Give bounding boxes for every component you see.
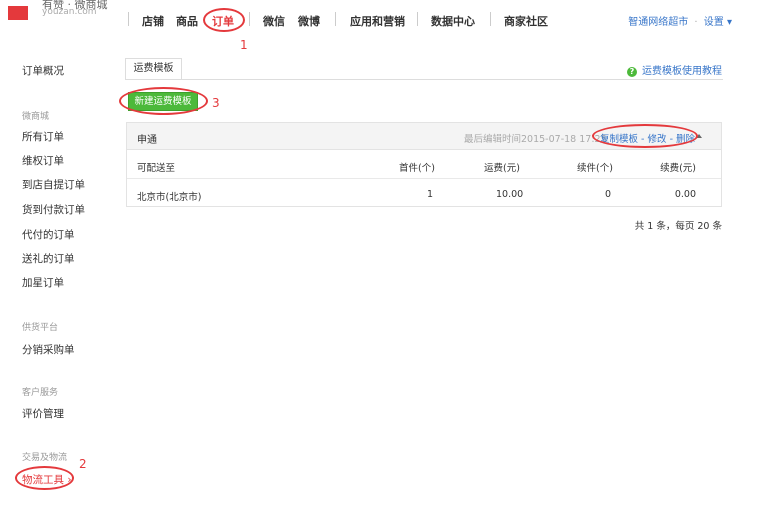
help-icon: ? (627, 67, 637, 77)
nav-divider (335, 12, 336, 26)
annotation-number-3: 3 (212, 96, 220, 110)
sidebar: 订单概况 微商城 所有订单 维权订单 到店自提订单 货到付款订单 代付的订单 送… (0, 0, 110, 517)
settings-menu[interactable]: 设置 ▾ (704, 17, 732, 28)
cell-region: 北京市(北京市) (137, 192, 202, 203)
sidebar-item-order-overview[interactable]: 订单概况 (22, 63, 64, 78)
sidebar-group-customer-service: 客户服务 (22, 388, 59, 398)
nav-item-wechat[interactable]: 微信 (263, 13, 285, 29)
cell-first-qty: 1 (427, 189, 434, 200)
annotation-ring-orders (203, 8, 245, 32)
store-name-link[interactable]: 智通网络超市 (628, 17, 688, 28)
annotation-number-2: 2 (79, 457, 87, 471)
col-header-more-qty: 续件(个) (577, 163, 613, 174)
cell-more-qty: 0 (605, 189, 612, 200)
sidebar-item-distribution-purchase[interactable]: 分销采购单 (22, 342, 75, 357)
account-links: 智通网络超市 · 设置 ▾ (628, 13, 732, 28)
nav-divider (417, 12, 418, 26)
annotation-ring-logistics (15, 466, 74, 490)
pagination-info: 共 1 条，每页 20 条 (634, 221, 722, 232)
sidebar-group-weishop: 微商城 (22, 112, 50, 122)
tab-underline (125, 79, 723, 80)
template-name: 申通 (137, 135, 157, 146)
sidebar-item-cod-orders[interactable]: 货到付款订单 (22, 202, 85, 217)
nav-item-store[interactable]: 店铺 (142, 13, 164, 29)
sidebar-item-rights-orders[interactable]: 维权订单 (22, 153, 64, 168)
nav-item-data-center[interactable]: 数据中心 (431, 13, 475, 29)
last-edit-time: 最后编辑时间2015-07-18 17:25 (464, 134, 607, 145)
nav-item-merchant-community[interactable]: 商家社区 (504, 13, 548, 29)
col-header-first-qty: 首件(个) (399, 163, 435, 174)
nav-divider (128, 12, 129, 26)
table-row: 北京市(北京市) 1 10.00 0 0.00 (127, 180, 721, 208)
col-header-region: 可配送至 (137, 163, 176, 174)
cell-more-fee: 0.00 (674, 189, 696, 200)
nav-item-weibo[interactable]: 微博 (298, 13, 320, 29)
cell-first-fee: 10.00 (496, 189, 524, 200)
sidebar-item-starred-orders[interactable]: 加星订单 (22, 275, 64, 290)
sidebar-group-logistics: 交易及物流 (22, 453, 68, 463)
tab-shipping-template[interactable]: 运费模板 (125, 58, 182, 80)
separator-dot: · (694, 17, 698, 28)
nav-item-apps-marketing[interactable]: 应用和营销 (350, 13, 405, 29)
annotation-number-1: 1 (240, 38, 248, 52)
sidebar-item-all-orders[interactable]: 所有订单 (22, 129, 64, 144)
col-header-more-fee: 续费(元) (660, 163, 696, 174)
help-link[interactable]: ? 运费模板使用教程 (627, 62, 722, 77)
sidebar-item-pickup-orders[interactable]: 到店自提订单 (22, 177, 85, 192)
nav-divider (490, 12, 491, 26)
sidebar-item-review-management[interactable]: 评价管理 (22, 406, 64, 421)
annotation-ring-actions (592, 124, 698, 148)
nav-item-products[interactable]: 商品 (176, 13, 198, 29)
sidebar-item-proxy-pay-orders[interactable]: 代付的订单 (22, 227, 75, 242)
nav-divider (249, 12, 250, 26)
col-header-first-fee: 运费(元) (484, 163, 520, 174)
sidebar-item-gift-orders[interactable]: 送礼的订单 (22, 251, 75, 266)
annotation-ring-new-button (119, 87, 208, 115)
help-link-label: 运费模板使用教程 (642, 66, 722, 77)
top-bar: 有赞 · 微商城 youzan.com 店铺 商品 订单 微信 微博 应用和营销… (0, 0, 758, 32)
table-header-row: 可配送至 首件(个) 运费(元) 续件(个) 续费(元) (127, 151, 721, 179)
sidebar-group-supply: 供货平台 (22, 323, 59, 333)
